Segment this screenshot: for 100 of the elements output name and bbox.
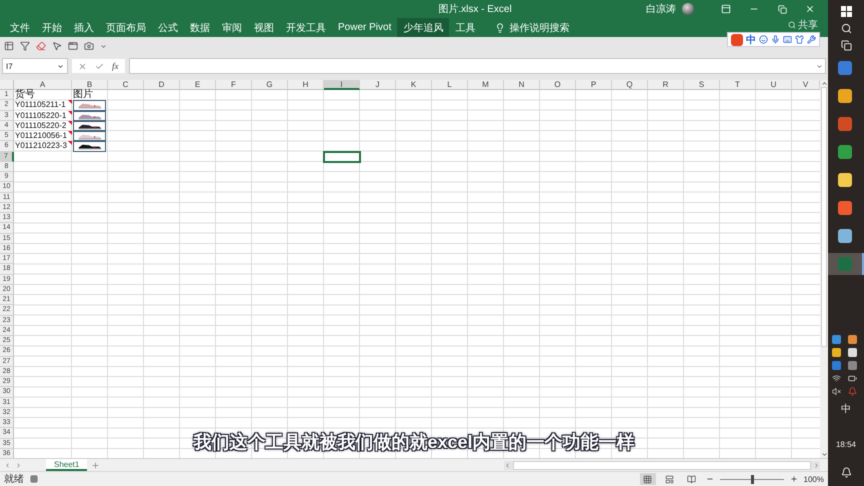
mute-icon[interactable] xyxy=(832,387,841,396)
ribbon-tab[interactable]: 页面布局 xyxy=(100,18,152,37)
column-header[interactable]: T xyxy=(720,80,756,90)
column-header[interactable]: R xyxy=(648,80,684,90)
share-button[interactable]: 共享 xyxy=(788,18,818,32)
ribbon-tab[interactable]: 插入 xyxy=(68,18,100,37)
tell-me-search[interactable]: 操作说明搜索 xyxy=(489,20,576,36)
cell-text: Y011105220-1 xyxy=(15,110,66,121)
column-header[interactable]: U xyxy=(756,80,792,90)
scrollbar-thumb[interactable] xyxy=(821,87,827,347)
macro-record-icon[interactable] xyxy=(30,475,38,483)
sheet-tab[interactable]: Sheet1 xyxy=(46,459,88,471)
windows-logo-icon[interactable] xyxy=(840,6,852,17)
column-header[interactable]: M xyxy=(468,80,504,90)
page-icon xyxy=(687,474,696,484)
table-icon[interactable] xyxy=(4,41,14,51)
pointer-icon[interactable] xyxy=(52,41,62,51)
camera-icon[interactable] xyxy=(84,41,94,51)
previous-sheet-icon[interactable] xyxy=(4,462,11,468)
browser-icon[interactable] xyxy=(838,145,852,159)
scroll-left-icon[interactable] xyxy=(504,462,511,468)
zoom-slider-thumb[interactable] xyxy=(750,474,754,484)
zoom-percent[interactable]: 100% xyxy=(804,474,824,484)
expand-icon[interactable] xyxy=(816,62,823,70)
normal-view-button[interactable] xyxy=(640,473,656,485)
ribbon-tab[interactable]: 文件 xyxy=(4,18,36,37)
smile-icon[interactable] xyxy=(759,35,768,44)
cell-text: Y011210223-3 xyxy=(15,141,67,152)
column-header[interactable]: Q xyxy=(612,80,648,90)
scroll-right-icon[interactable] xyxy=(813,462,820,468)
active-cell[interactable] xyxy=(324,152,360,162)
scroll-up-icon[interactable] xyxy=(820,80,828,87)
ime-mode[interactable]: 中 xyxy=(746,32,756,46)
restore-icon xyxy=(778,4,786,14)
ribbon-tab[interactable]: Power Pivot xyxy=(332,18,398,37)
close-icon xyxy=(805,4,815,14)
next-sheet-icon[interactable] xyxy=(15,462,22,468)
wifi-icon[interactable] xyxy=(832,374,841,383)
app-icon[interactable] xyxy=(838,201,852,215)
clock[interactable]: 18:54 xyxy=(836,440,856,449)
dropdown-icon xyxy=(57,62,64,70)
column-header[interactable]: G xyxy=(252,80,288,90)
ime-logo-icon[interactable] xyxy=(731,34,743,46)
filter-icon[interactable] xyxy=(20,41,30,51)
shirt-icon[interactable] xyxy=(795,35,804,44)
name-box[interactable]: I7 xyxy=(2,58,68,74)
column-header[interactable]: I xyxy=(324,80,360,90)
cell-text: Y011105211-1 xyxy=(15,100,66,110)
column-header[interactable]: A xyxy=(14,80,72,90)
avatar-icon[interactable] xyxy=(682,3,694,15)
app-icon[interactable] xyxy=(838,229,852,243)
formula-input[interactable] xyxy=(128,58,826,74)
ribbon-tab[interactable]: 公式 xyxy=(152,18,184,37)
ribbon-tab[interactable]: 数据 xyxy=(184,18,216,37)
column-header[interactable]: S xyxy=(684,80,720,90)
notification-icon[interactable] xyxy=(840,467,852,478)
column-header[interactable]: O xyxy=(540,80,576,90)
search-icon[interactable] xyxy=(840,23,852,34)
app-icon[interactable] xyxy=(838,117,852,131)
zoom-in-icon[interactable] xyxy=(790,475,798,483)
ribbon-tab[interactable]: 审阅 xyxy=(216,18,248,37)
grid-icon xyxy=(643,474,652,484)
ribbon-tab[interactable]: 少年追风 xyxy=(397,18,450,37)
microphone-icon[interactable] xyxy=(771,35,780,44)
user-name: 白凉涛 xyxy=(646,2,676,16)
column-header[interactable]: B xyxy=(72,80,108,90)
input-indicator[interactable]: 中 xyxy=(841,402,851,416)
layout-icon xyxy=(665,474,674,484)
column-header[interactable]: J xyxy=(360,80,396,90)
lightbulb-icon xyxy=(495,22,506,32)
eraser-icon[interactable] xyxy=(36,41,46,51)
task-view-icon[interactable] xyxy=(840,40,852,51)
shield-icon[interactable] xyxy=(838,89,852,103)
keyboard-icon[interactable] xyxy=(783,35,792,44)
wrench-icon[interactable] xyxy=(807,35,816,44)
column-header[interactable]: K xyxy=(396,80,432,90)
ribbon-tab[interactable]: 开发工具 xyxy=(280,18,332,37)
scroll-down-icon[interactable] xyxy=(820,451,828,458)
folder-icon[interactable] xyxy=(838,173,852,187)
panel-icon xyxy=(721,4,731,14)
column-header[interactable]: F xyxy=(216,80,252,90)
app-icon[interactable] xyxy=(838,61,852,75)
cancel-icon[interactable] xyxy=(78,62,87,70)
column-header[interactable]: P xyxy=(576,80,612,90)
column-header[interactable]: C xyxy=(108,80,144,90)
ribbon-tab[interactable]: 工具 xyxy=(449,18,482,37)
column-header[interactable]: N xyxy=(504,80,540,90)
battery-icon[interactable] xyxy=(848,374,857,383)
column-header[interactable]: D xyxy=(144,80,180,90)
customize-icon[interactable] xyxy=(100,42,107,50)
column-header[interactable]: H xyxy=(288,80,324,90)
insert-function-button[interactable]: fx xyxy=(112,61,118,71)
form-icon[interactable] xyxy=(68,41,78,51)
column-header[interactable]: L xyxy=(432,80,468,90)
column-header[interactable]: E xyxy=(180,80,216,90)
enter-icon[interactable] xyxy=(95,62,104,70)
ribbon-tab[interactable]: 视图 xyxy=(248,18,280,37)
ribbon-tab[interactable]: 开始 xyxy=(36,18,68,37)
scrollbar-thumb[interactable] xyxy=(513,460,811,470)
column-header[interactable]: V xyxy=(792,80,820,90)
